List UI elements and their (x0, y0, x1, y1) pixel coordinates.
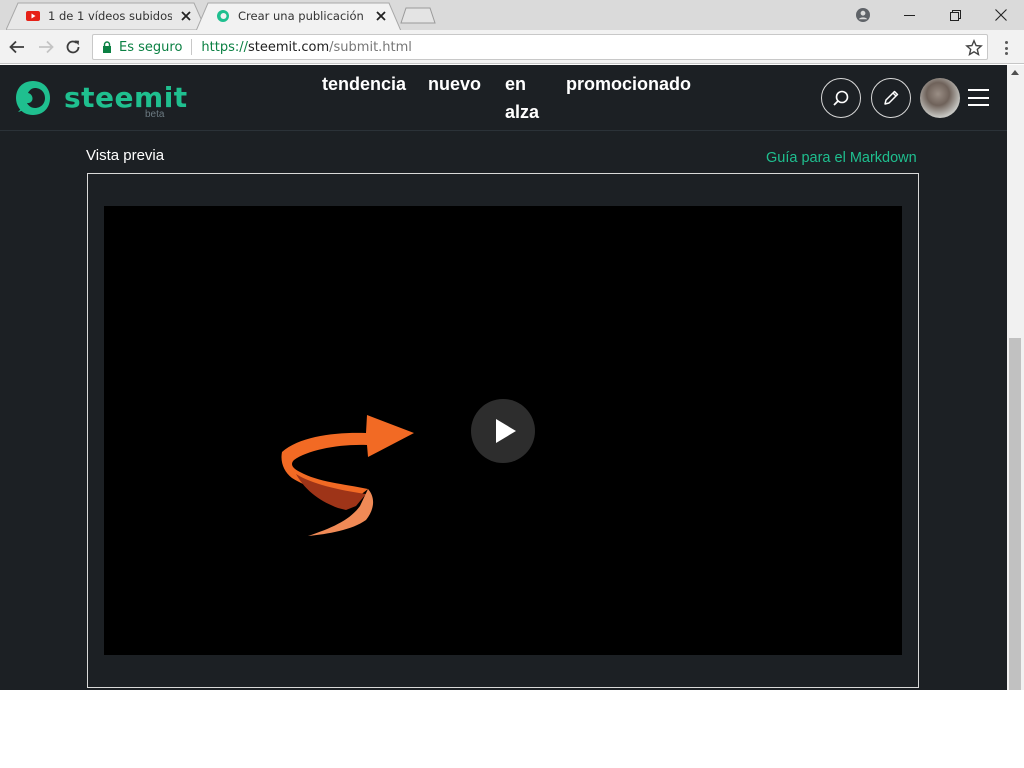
preview-panel (87, 173, 919, 688)
search-icon (833, 90, 849, 106)
browser-tab-bar: 1 de 1 vídeos subidos - YouTube Crear un… (0, 0, 1024, 30)
youtube-icon (26, 9, 40, 23)
hamburger-menu-icon[interactable] (968, 89, 989, 106)
address-bar[interactable]: Es seguro https:// steemit.com /submit.h… (92, 34, 988, 60)
orange-arrow-thumbnail (281, 415, 414, 536)
tab-youtube[interactable]: 1 de 1 vídeos subidos - YouTube (6, 2, 206, 30)
tab-title: Crear una publicación — Steemit (238, 9, 367, 23)
tab-title: 1 de 1 vídeos subidos - YouTube (48, 9, 172, 23)
nav-en-alza-line1: en (505, 74, 527, 94)
browser-toolbar: Es seguro https:// steemit.com /submit.h… (0, 30, 1024, 64)
minimize-icon[interactable] (886, 0, 932, 30)
nav-nuevo[interactable]: nuevo (428, 70, 481, 98)
url-scheme: https:// (201, 39, 249, 55)
brand-name: steemit (64, 81, 188, 114)
scroll-up-arrow-icon[interactable] (1011, 70, 1019, 75)
new-tab-button[interactable] (400, 7, 436, 24)
restore-icon[interactable] (932, 0, 978, 30)
security-label: Es seguro (119, 39, 183, 55)
write-post-button[interactable] (871, 78, 911, 118)
site-header: steemit beta tendencia nuevo en alza prom… (0, 65, 1007, 131)
avatar[interactable] (920, 78, 960, 118)
bookmark-star-icon[interactable] (965, 39, 983, 57)
pencil-icon (884, 90, 899, 105)
url-host: steemit.com (248, 39, 330, 55)
nav-en-alza[interactable]: en alza (505, 70, 539, 126)
reload-icon[interactable] (62, 36, 84, 58)
close-window-icon[interactable] (978, 0, 1024, 30)
page-viewport: steemit beta tendencia nuevo en alza prom… (0, 65, 1024, 690)
steemit-icon (216, 9, 230, 23)
video-play-button[interactable] (471, 399, 535, 463)
page-scrollbar[interactable] (1007, 65, 1024, 690)
nav-tendencia[interactable]: tendencia (322, 70, 406, 98)
preview-heading: Vista previa (86, 147, 165, 164)
tab-steemit[interactable]: Crear una publicación — Steemit (196, 2, 401, 30)
url-path: /submit.html (329, 39, 412, 55)
search-button[interactable] (821, 78, 861, 118)
back-arrow-icon[interactable] (6, 36, 28, 58)
beta-label: beta (145, 109, 165, 120)
close-tab-icon[interactable] (178, 8, 194, 24)
steemit-logo-icon (16, 81, 50, 115)
close-tab-icon[interactable] (373, 8, 389, 24)
nav-promocionado[interactable]: promocionado (566, 70, 691, 98)
play-icon (496, 419, 516, 443)
markdown-guide-link[interactable]: Guía para el Markdown (766, 150, 917, 166)
forward-arrow-icon[interactable] (35, 36, 57, 58)
scrollbar-thumb[interactable] (1009, 338, 1021, 690)
profile-icon[interactable] (840, 0, 886, 30)
video-embed[interactable] (104, 206, 902, 655)
lock-icon (103, 41, 111, 53)
divider (191, 39, 193, 55)
nav-en-alza-line2: alza (505, 102, 540, 122)
browser-menu-icon[interactable] (999, 39, 1013, 57)
